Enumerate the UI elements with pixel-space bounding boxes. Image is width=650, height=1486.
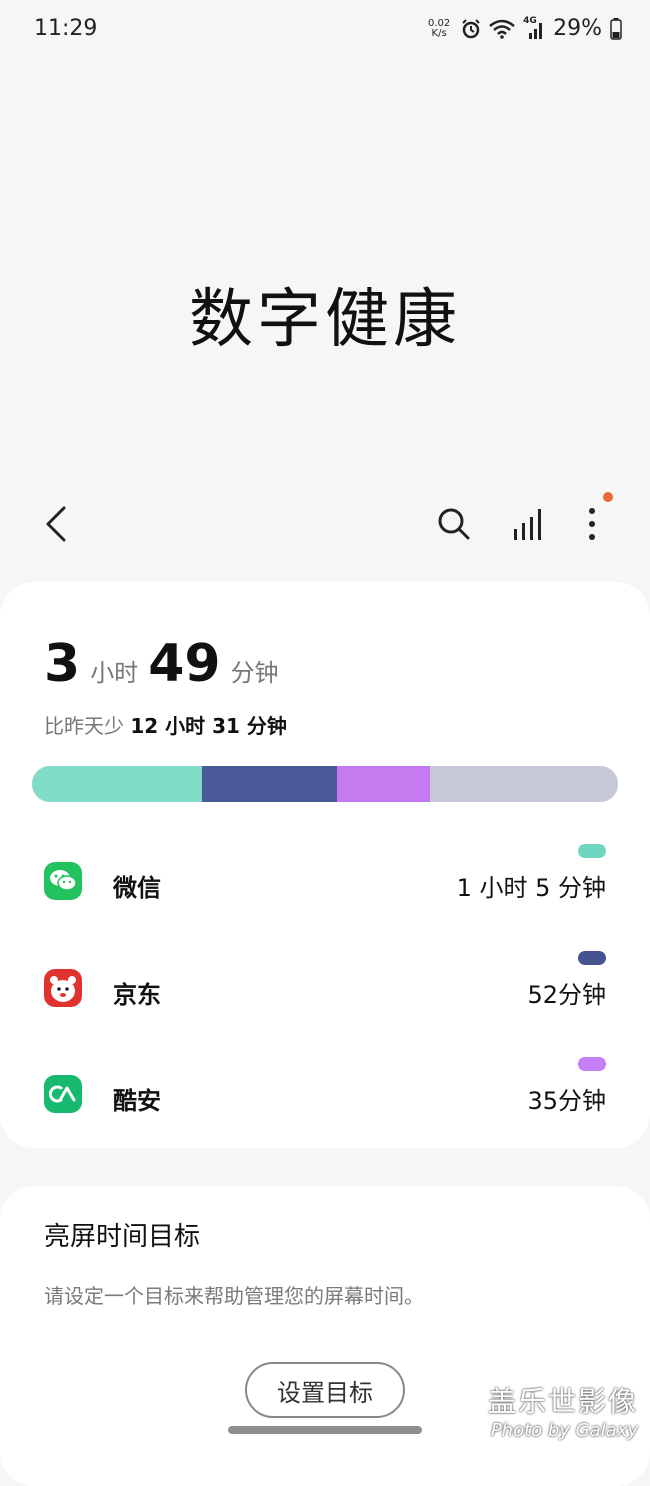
jd-icon (44, 969, 82, 1007)
battery-icon (610, 17, 622, 40)
legend-pill (578, 1057, 606, 1071)
cell-signal-icon: 4G (523, 16, 545, 39)
more-vertical-icon (589, 508, 595, 540)
compare-yesterday: 比昨天少 12 小时 31 分钟 (44, 714, 287, 738)
wechat-icon (44, 862, 82, 900)
back-button[interactable] (32, 500, 80, 548)
page-title: 数字健康 (189, 283, 461, 357)
legend-pill (578, 951, 606, 965)
usage-segment (201, 766, 337, 802)
set-goal-button[interactable]: 设置目标 (245, 1362, 405, 1418)
legend-pill (578, 844, 606, 858)
status-bar: 11:29 0.02 K/s 4G 29% (0, 0, 650, 60)
app-row-jd[interactable]: 京东 52分钟 (0, 947, 650, 1027)
search-icon (438, 508, 470, 540)
battery-percent: 29% (553, 16, 602, 41)
app-row-coolapk[interactable]: 酷安 35分钟 (0, 1053, 650, 1133)
usage-segment (430, 766, 618, 802)
coolapk-icon (44, 1075, 82, 1113)
goal-title: 亮屏时间目标 (44, 1222, 201, 1252)
gesture-nav-handle[interactable] (228, 1426, 422, 1434)
app-name: 京东 (113, 981, 161, 1009)
app-row-wechat[interactable]: 微信 1 小时 5 分钟 (0, 840, 650, 920)
app-time: 52分钟 (527, 981, 606, 1009)
app-time: 1 小时 5 分钟 (456, 874, 606, 902)
back-arrow-icon (46, 506, 66, 542)
app-name: 微信 (113, 874, 161, 902)
search-button[interactable] (430, 500, 478, 548)
wifi-icon (489, 19, 515, 39)
app-time: 35分钟 (527, 1087, 606, 1115)
screen-time-total: 3 小时 49 分钟 (44, 634, 279, 694)
watermark: 盖乐世影像 Photo by Galaxy (487, 1385, 638, 1441)
screen-time-goal-card: 亮屏时间目标 请设定一个目标来帮助管理您的屏幕时间。 设置目标 (0, 1186, 650, 1486)
bar-chart-icon (514, 509, 541, 540)
network-speed: 0.02 K/s (427, 17, 451, 39)
notification-dot (603, 492, 613, 502)
action-bar (0, 490, 650, 560)
usage-segment (32, 766, 202, 802)
more-options-button[interactable] (568, 500, 616, 548)
alarm-icon (462, 18, 480, 38)
statistics-button[interactable] (504, 500, 552, 548)
app-name: 酷安 (113, 1087, 161, 1115)
goal-description: 请设定一个目标来帮助管理您的屏幕时间。 (44, 1284, 424, 1308)
usage-card[interactable]: 3 小时 49 分钟 比昨天少 12 小时 31 分钟 微信 1 小时 5 分钟 (0, 582, 650, 1148)
usage-segment (336, 766, 431, 802)
status-icons: 0.02 K/s 4G 29% (425, 16, 622, 41)
status-time: 11:29 (34, 16, 98, 41)
usage-bar (32, 766, 618, 802)
